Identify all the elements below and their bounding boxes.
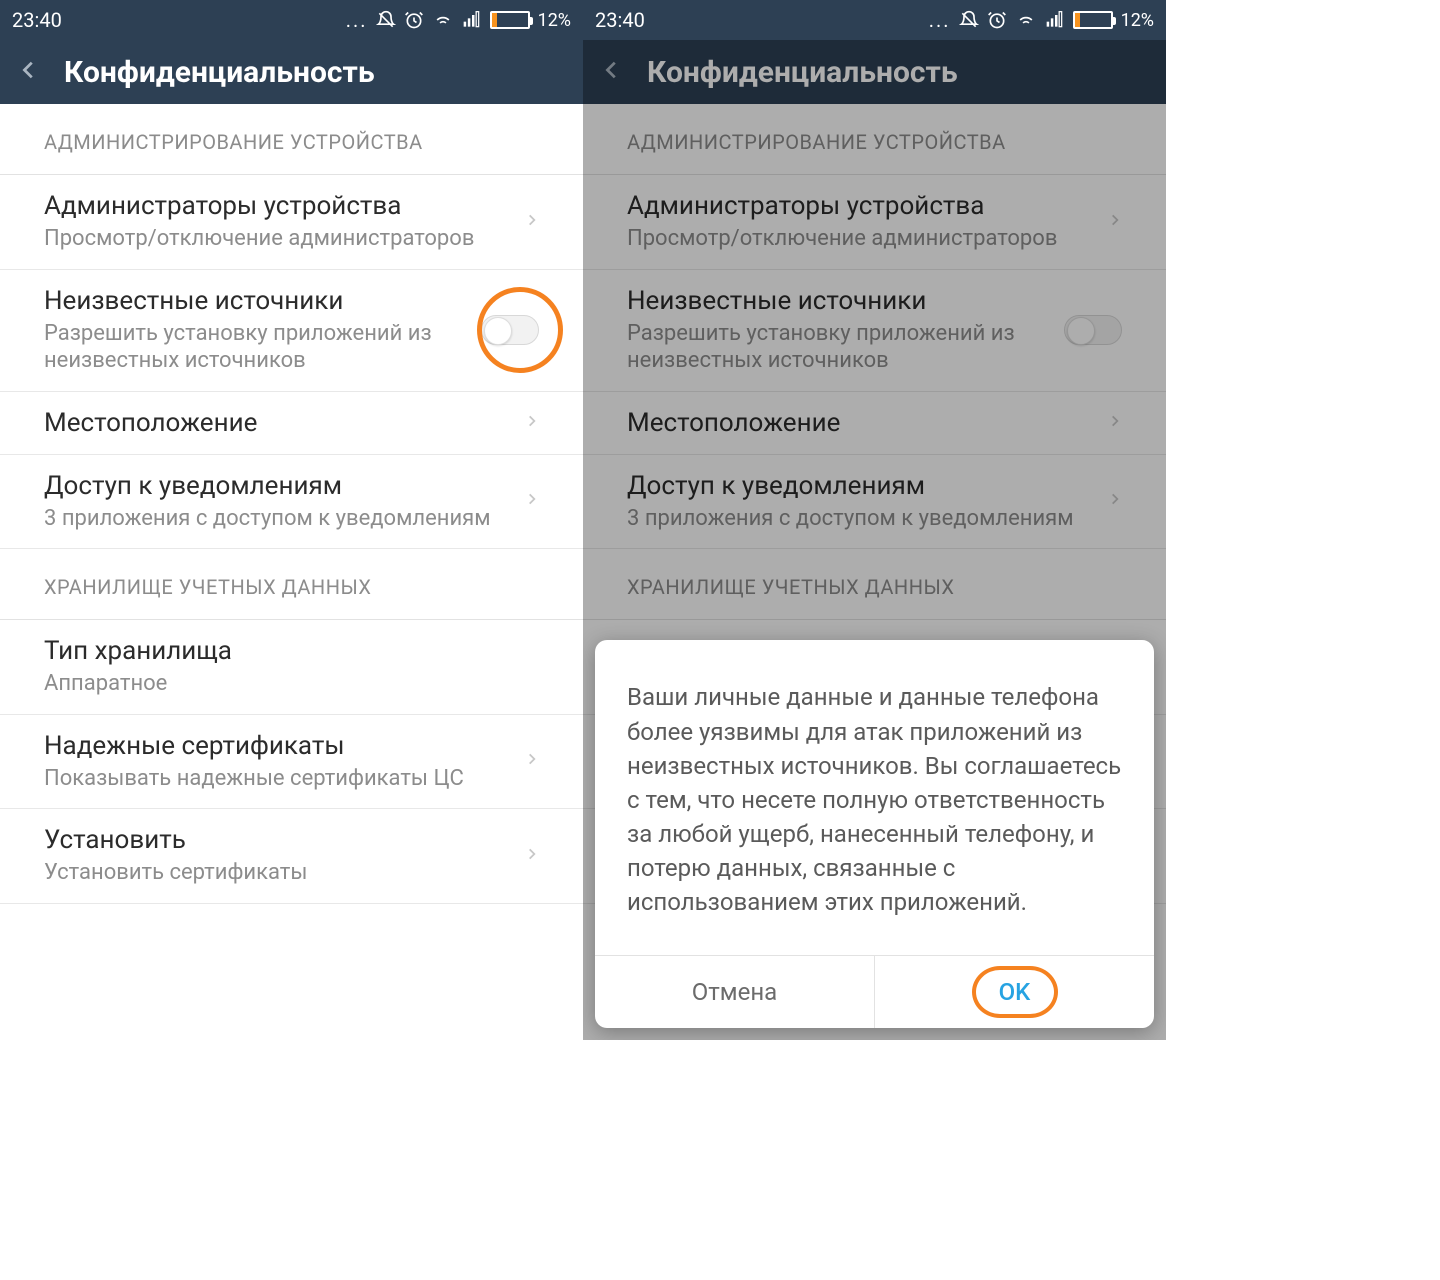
battery-percent: 12% — [1121, 10, 1154, 31]
row-storage-type[interactable]: Тип хранилища Аппаратное — [0, 620, 583, 715]
app-header: Конфиденциальность — [0, 40, 583, 104]
chevron-right-icon — [525, 208, 539, 236]
row-title: Доступ к уведомлениям — [44, 471, 513, 501]
row-title: Тип хранилища — [44, 636, 539, 666]
wifi-icon — [432, 10, 454, 30]
chevron-right-icon — [525, 842, 539, 870]
row-title: Неизвестные источники — [44, 286, 469, 316]
dnd-icon — [376, 10, 396, 30]
status-bar: 23:40 ... 12% — [0, 0, 583, 40]
alarm-icon — [987, 10, 1007, 30]
row-unknown-sources[interactable]: Неизвестные источники Разрешить установк… — [0, 270, 583, 392]
row-device-admins[interactable]: Администраторы устройства Просмотр/отклю… — [0, 175, 583, 270]
back-icon[interactable] — [18, 59, 40, 85]
cancel-button[interactable]: Отмена — [595, 956, 874, 1028]
row-sub: Разрешить установку приложений из неизве… — [44, 320, 469, 375]
confirm-dialog: Ваши личные данные и данные телефона бол… — [595, 640, 1154, 1028]
chevron-right-icon — [525, 747, 539, 775]
section-header-admin: АДМИНИСТРИРОВАНИЕ УСТРОЙСТВА — [0, 104, 583, 175]
unknown-sources-toggle[interactable] — [481, 315, 539, 345]
row-trusted-certs[interactable]: Надежные сертификаты Показывать надежные… — [0, 715, 583, 810]
cancel-label: Отмена — [692, 978, 777, 1006]
battery-icon — [1073, 11, 1113, 29]
signal-icon — [1045, 10, 1065, 30]
dialog-actions: Отмена OK — [595, 955, 1154, 1028]
ok-button[interactable]: OK — [874, 956, 1154, 1028]
row-title: Местоположение — [44, 408, 513, 438]
row-title: Администраторы устройства — [44, 191, 513, 221]
dnd-icon — [959, 10, 979, 30]
more-icon: ... — [346, 8, 368, 32]
battery-icon — [490, 11, 530, 29]
row-install-certs[interactable]: Установить Установить сертификаты — [0, 809, 583, 904]
status-time: 23:40 — [595, 8, 645, 32]
status-bar: 23:40 ... 12% — [583, 0, 1166, 40]
settings-content: АДМИНИСТРИРОВАНИЕ УСТРОЙСТВА Администрат… — [0, 104, 583, 1040]
ok-label: OK — [999, 978, 1031, 1006]
row-sub: Аппаратное — [44, 670, 539, 698]
battery-percent: 12% — [538, 10, 571, 31]
phone-right: 23:40 ... 12% Конфиденциальность АД — [583, 0, 1166, 1040]
status-time: 23:40 — [12, 8, 62, 32]
row-sub: Установить сертификаты — [44, 859, 513, 887]
phone-left: 23:40 ... 12% Конфиденциальность АД — [0, 0, 583, 1040]
signal-icon — [462, 10, 482, 30]
dialog-body: Ваши личные данные и данные телефона бол… — [595, 640, 1154, 955]
alarm-icon — [404, 10, 424, 30]
row-sub: Просмотр/отключение администраторов — [44, 225, 513, 253]
row-location[interactable]: Местоположение — [0, 392, 583, 455]
page-title: Конфиденциальность — [64, 55, 375, 90]
wifi-icon — [1015, 10, 1037, 30]
chevron-right-icon — [525, 409, 539, 437]
more-icon: ... — [929, 8, 951, 32]
row-notif-access[interactable]: Доступ к уведомлениям 3 приложения с дос… — [0, 455, 583, 550]
chevron-right-icon — [525, 487, 539, 515]
row-sub: 3 приложения с доступом к уведомлениям — [44, 505, 513, 533]
row-title: Надежные сертификаты — [44, 731, 513, 761]
section-header-storage: ХРАНИЛИЩЕ УЧЕТНЫХ ДАННЫХ — [0, 549, 583, 620]
row-title: Установить — [44, 825, 513, 855]
row-sub: Показывать надежные сертификаты ЦС — [44, 765, 513, 793]
